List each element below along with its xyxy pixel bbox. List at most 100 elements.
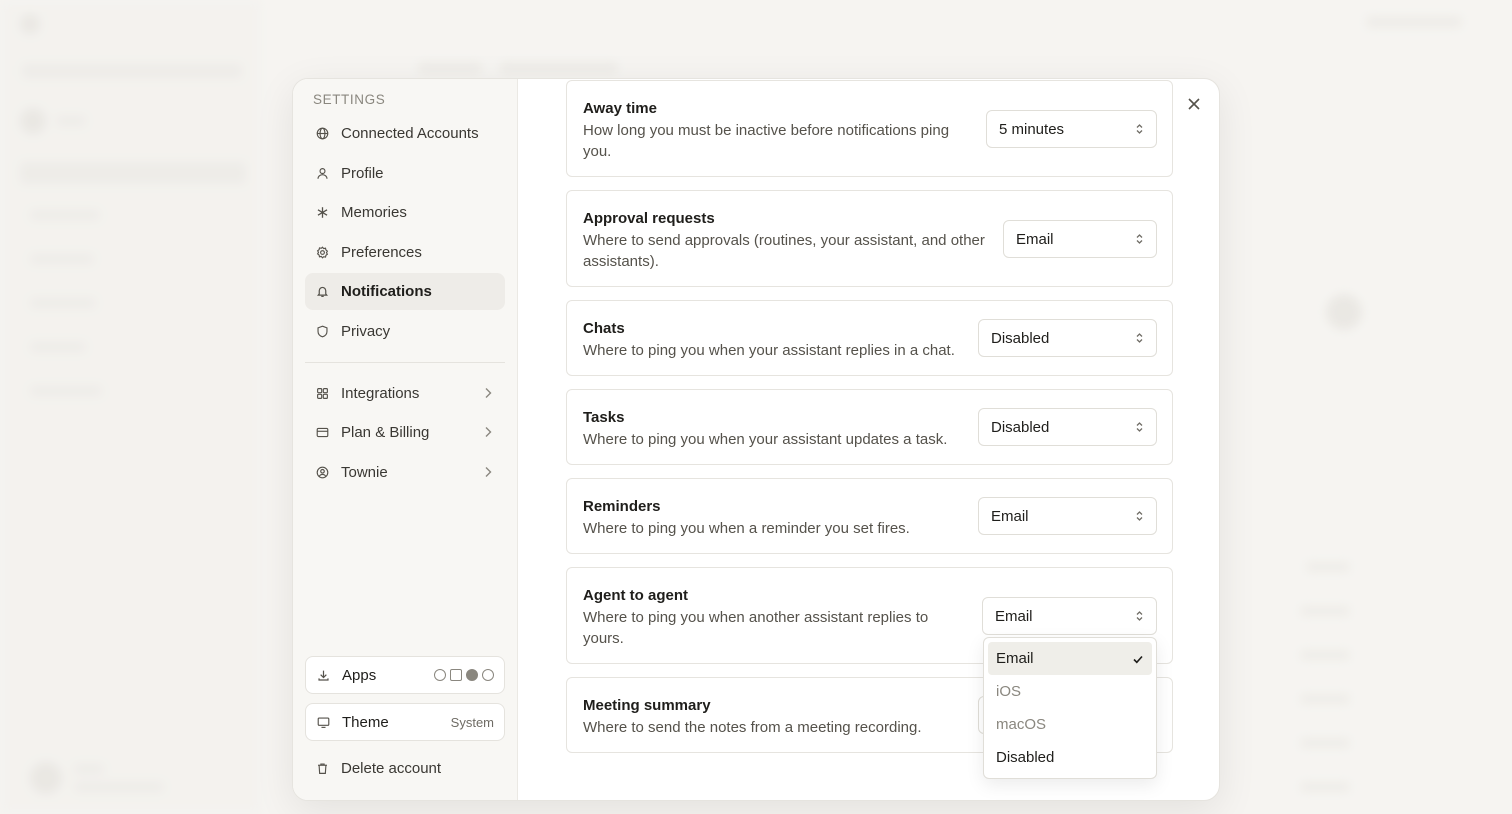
whatsapp-icon — [482, 669, 494, 681]
agent-to-agent-dropdown: Email iOS macOS Disabled — [983, 637, 1157, 779]
monitor-icon — [316, 715, 330, 729]
sidebar-item-memories[interactable]: Memories — [305, 194, 505, 231]
theme-button[interactable]: Theme System — [305, 703, 505, 741]
notification-card-away-time: Away time How long you must be inactive … — [566, 80, 1173, 177]
sidebar-footer: Apps Theme System Delete account — [305, 656, 505, 786]
apps-button[interactable]: Apps — [305, 656, 505, 694]
card-description: Where to ping you when your assistant re… — [583, 342, 955, 359]
tasks-select[interactable]: Disabled — [978, 408, 1157, 446]
select-value: Email — [1016, 230, 1054, 248]
dropdown-option-macos[interactable]: macOS — [988, 708, 1152, 741]
sidebar-item-label: Memories — [341, 204, 407, 221]
chevron-right-icon — [485, 387, 492, 398]
sidebar-item-label: Connected Accounts — [341, 125, 479, 142]
select-value: Email — [995, 607, 1033, 625]
app-platform-icons — [434, 669, 494, 681]
delete-account-button[interactable]: Delete account — [305, 750, 505, 786]
gear-icon — [315, 245, 329, 259]
notification-card-approval-requests: Approval requests Where to send approval… — [566, 190, 1173, 287]
credit-card-icon — [315, 426, 329, 440]
asterisk-icon — [315, 206, 329, 220]
chats-select[interactable]: Disabled — [978, 319, 1157, 357]
card-title: Agent to agent — [583, 587, 688, 604]
notification-card-reminders: Reminders Where to ping you when a remin… — [566, 478, 1173, 554]
chevron-up-down-icon — [1136, 124, 1143, 134]
theme-label: Theme — [342, 713, 389, 731]
sidebar-item-integrations[interactable]: Integrations — [305, 375, 505, 412]
sidebar-item-label: Profile — [341, 164, 384, 182]
select-value: Disabled — [991, 329, 1050, 347]
sidebar-item-label: Townie — [341, 463, 388, 481]
card-description: Where to ping you when your assistant up… — [583, 431, 948, 448]
theme-value: System — [450, 714, 494, 730]
option-label: iOS — [996, 683, 1022, 700]
card-description: Where to ping you when another assistant… — [583, 609, 929, 647]
download-icon — [316, 668, 330, 682]
slack-icon — [450, 669, 462, 681]
dropdown-option-ios[interactable]: iOS — [988, 675, 1152, 708]
dropdown-option-disabled[interactable]: Disabled — [988, 741, 1152, 774]
card-description: How long you must be inactive before not… — [583, 122, 950, 160]
sidebar-item-connected-accounts[interactable]: Connected Accounts — [305, 115, 505, 152]
sidebar-item-preferences[interactable]: Preferences — [305, 234, 505, 271]
card-description: Where to ping you when a reminder you se… — [583, 520, 910, 537]
select-value: 5 minutes — [999, 120, 1065, 138]
trash-icon — [315, 761, 329, 775]
user-circle-icon — [315, 465, 329, 479]
chevron-right-icon — [485, 427, 492, 437]
away-time-select[interactable]: 5 minutes — [986, 110, 1157, 148]
select-value: Disabled — [991, 418, 1050, 436]
telegram-icon — [466, 669, 478, 681]
sidebar-item-plan-billing[interactable]: Plan & Billing — [305, 414, 505, 451]
option-label: Email — [996, 650, 1034, 667]
sidebar-item-label: Plan & Billing — [341, 424, 430, 441]
delete-account-label: Delete account — [341, 759, 442, 777]
notification-card-tasks: Tasks Where to ping you when your assist… — [566, 389, 1173, 465]
sidebar-item-label: Integrations — [341, 384, 420, 402]
settings-modal: SETTINGS Connected Accounts Profile Memo… — [292, 78, 1220, 801]
option-label: Disabled — [996, 749, 1055, 766]
settings-heading: SETTINGS — [313, 92, 386, 107]
card-title: Chats — [583, 320, 625, 337]
card-description: Where to send approvals (routines, your … — [583, 232, 985, 270]
bell-icon — [315, 285, 329, 299]
sidebar-item-privacy[interactable]: Privacy — [305, 313, 505, 350]
sidebar-item-townie[interactable]: Townie — [305, 454, 505, 491]
apple-icon — [434, 669, 446, 681]
apps-label: Apps — [342, 666, 377, 684]
approval-requests-select[interactable]: Email — [1003, 220, 1157, 258]
chevron-right-icon — [485, 466, 492, 477]
close-button[interactable] — [1183, 93, 1205, 115]
sidebar-item-profile[interactable]: Profile — [305, 155, 505, 192]
check-icon — [1133, 655, 1143, 663]
card-title: Reminders — [583, 498, 661, 515]
dropdown-option-email[interactable]: Email — [988, 642, 1152, 675]
agent-to-agent-select[interactable]: Email — [982, 597, 1157, 635]
close-icon — [1188, 98, 1200, 110]
chevron-up-down-icon — [1136, 611, 1143, 621]
card-title: Away time — [583, 100, 657, 117]
chevron-up-down-icon — [1136, 333, 1143, 343]
shield-icon — [315, 324, 329, 338]
card-title: Approval requests — [583, 210, 715, 227]
chevron-up-down-icon — [1136, 422, 1143, 432]
globe-icon — [315, 127, 329, 141]
card-description: Where to send the notes from a meeting r… — [583, 719, 922, 736]
sidebar-item-label: Notifications — [341, 283, 432, 300]
card-title: Meeting summary — [583, 697, 711, 714]
chevron-up-down-icon — [1136, 234, 1143, 244]
card-title: Tasks — [583, 409, 625, 426]
sidebar-item-label: Preferences — [341, 243, 422, 261]
notifications-panel: Away time How long you must be inactive … — [518, 79, 1219, 800]
grid-icon — [315, 386, 329, 400]
option-label: macOS — [996, 716, 1047, 733]
select-value: Email — [991, 507, 1029, 525]
sidebar-divider — [305, 361, 505, 363]
settings-sidebar: SETTINGS Connected Accounts Profile Memo… — [293, 79, 518, 800]
sidebar-item-label: Privacy — [341, 322, 391, 340]
chevron-up-down-icon — [1136, 511, 1143, 521]
notification-card-chats: Chats Where to ping you when your assist… — [566, 300, 1173, 376]
user-icon — [315, 166, 329, 180]
sidebar-item-notifications[interactable]: Notifications — [305, 273, 505, 310]
reminders-select[interactable]: Email — [978, 497, 1157, 535]
